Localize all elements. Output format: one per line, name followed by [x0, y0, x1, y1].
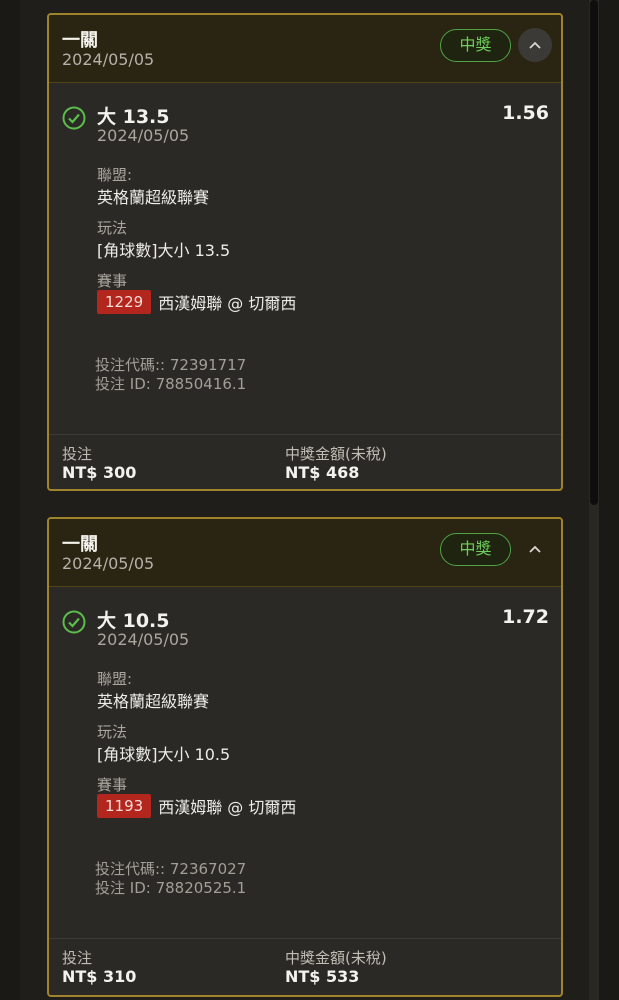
- bet-card-header[interactable]: 一關 2024/05/05 中獎: [49, 15, 561, 83]
- bet-date: 2024/05/05: [62, 50, 155, 69]
- stake-value: NT$ 300: [62, 463, 137, 482]
- left-gutter: [0, 0, 20, 1000]
- selection-title: 大 10.5: [97, 610, 170, 632]
- bet-code: 投注代碼:: 72367027: [95, 860, 247, 878]
- event-code-badge: 1193: [97, 794, 152, 818]
- market-value: [角球數]大小 10.5: [97, 745, 231, 764]
- bet-id: 投注 ID: 78850416.1: [95, 375, 247, 393]
- selection-date: 2024/05/05: [97, 126, 190, 145]
- event-row: 1193 西漢姆聯 @ 切爾西: [97, 794, 296, 818]
- market-label: 玩法: [97, 219, 128, 237]
- payout-label: 中獎金額(未稅): [285, 949, 387, 967]
- league-label: 聯盟:: [97, 166, 133, 184]
- bet-type: 一關: [62, 534, 98, 555]
- chevron-up-icon: [529, 545, 541, 553]
- check-circle-icon: [62, 106, 86, 130]
- bet-history-page: 一關 2024/05/05 中獎 大 13.5 2024/05/05 1.56 …: [0, 0, 619, 1000]
- bet-type: 一關: [62, 30, 98, 51]
- bet-details: 大 13.5 2024/05/05 1.56 聯盟: 英格蘭超級聯賽 玩法 [角…: [49, 83, 561, 435]
- bet-summary: 投注 NT$ 310 中獎金額(未稅) NT$ 533: [49, 939, 561, 995]
- bet-card-header[interactable]: 一關 2024/05/05 中獎: [49, 519, 561, 587]
- scrollbar-thumb[interactable]: [590, 0, 598, 505]
- league-value: 英格蘭超級聯賽: [97, 188, 210, 207]
- status-badge: 中獎: [440, 533, 511, 566]
- bet-code: 投注代碼:: 72391717: [95, 356, 247, 374]
- chevron-up-icon: [529, 41, 541, 49]
- bet-id: 投注 ID: 78820525.1: [95, 879, 247, 897]
- event-label: 賽事: [97, 272, 128, 290]
- market-label: 玩法: [97, 723, 128, 741]
- event-label: 賽事: [97, 776, 128, 794]
- collapse-button[interactable]: [518, 532, 552, 566]
- market-value: [角球數]大小 13.5: [97, 241, 231, 260]
- odds: 1.56: [502, 102, 549, 124]
- payout-value: NT$ 533: [285, 967, 360, 986]
- bet-summary: 投注 NT$ 300 中獎金額(未稅) NT$ 468: [49, 435, 561, 489]
- league-value: 英格蘭超級聯賽: [97, 692, 210, 711]
- event-code-badge: 1229: [97, 290, 152, 314]
- bet-date: 2024/05/05: [62, 554, 155, 573]
- selection-title: 大 13.5: [97, 106, 170, 128]
- collapse-button[interactable]: [518, 28, 552, 62]
- stake-label: 投注: [62, 949, 93, 967]
- event-name: 西漢姆聯 @ 切爾西: [158, 798, 297, 817]
- check-circle-icon: [62, 610, 86, 634]
- league-label: 聯盟:: [97, 670, 133, 688]
- bet-card: 一關 2024/05/05 中獎 大 13.5 2024/05/05 1.56 …: [47, 13, 563, 491]
- selection-date: 2024/05/05: [97, 630, 190, 649]
- bet-details: 大 10.5 2024/05/05 1.72 聯盟: 英格蘭超級聯賽 玩法 [角…: [49, 587, 561, 939]
- status-badge: 中獎: [440, 29, 511, 62]
- event-row: 1229 西漢姆聯 @ 切爾西: [97, 290, 296, 314]
- odds: 1.72: [502, 606, 549, 628]
- payout-value: NT$ 468: [285, 463, 360, 482]
- stake-value: NT$ 310: [62, 967, 137, 986]
- payout-label: 中獎金額(未稅): [285, 445, 387, 463]
- bet-card: 一關 2024/05/05 中獎 大 10.5 2024/05/05 1.72 …: [47, 517, 563, 997]
- event-name: 西漢姆聯 @ 切爾西: [158, 294, 297, 313]
- stake-label: 投注: [62, 445, 93, 463]
